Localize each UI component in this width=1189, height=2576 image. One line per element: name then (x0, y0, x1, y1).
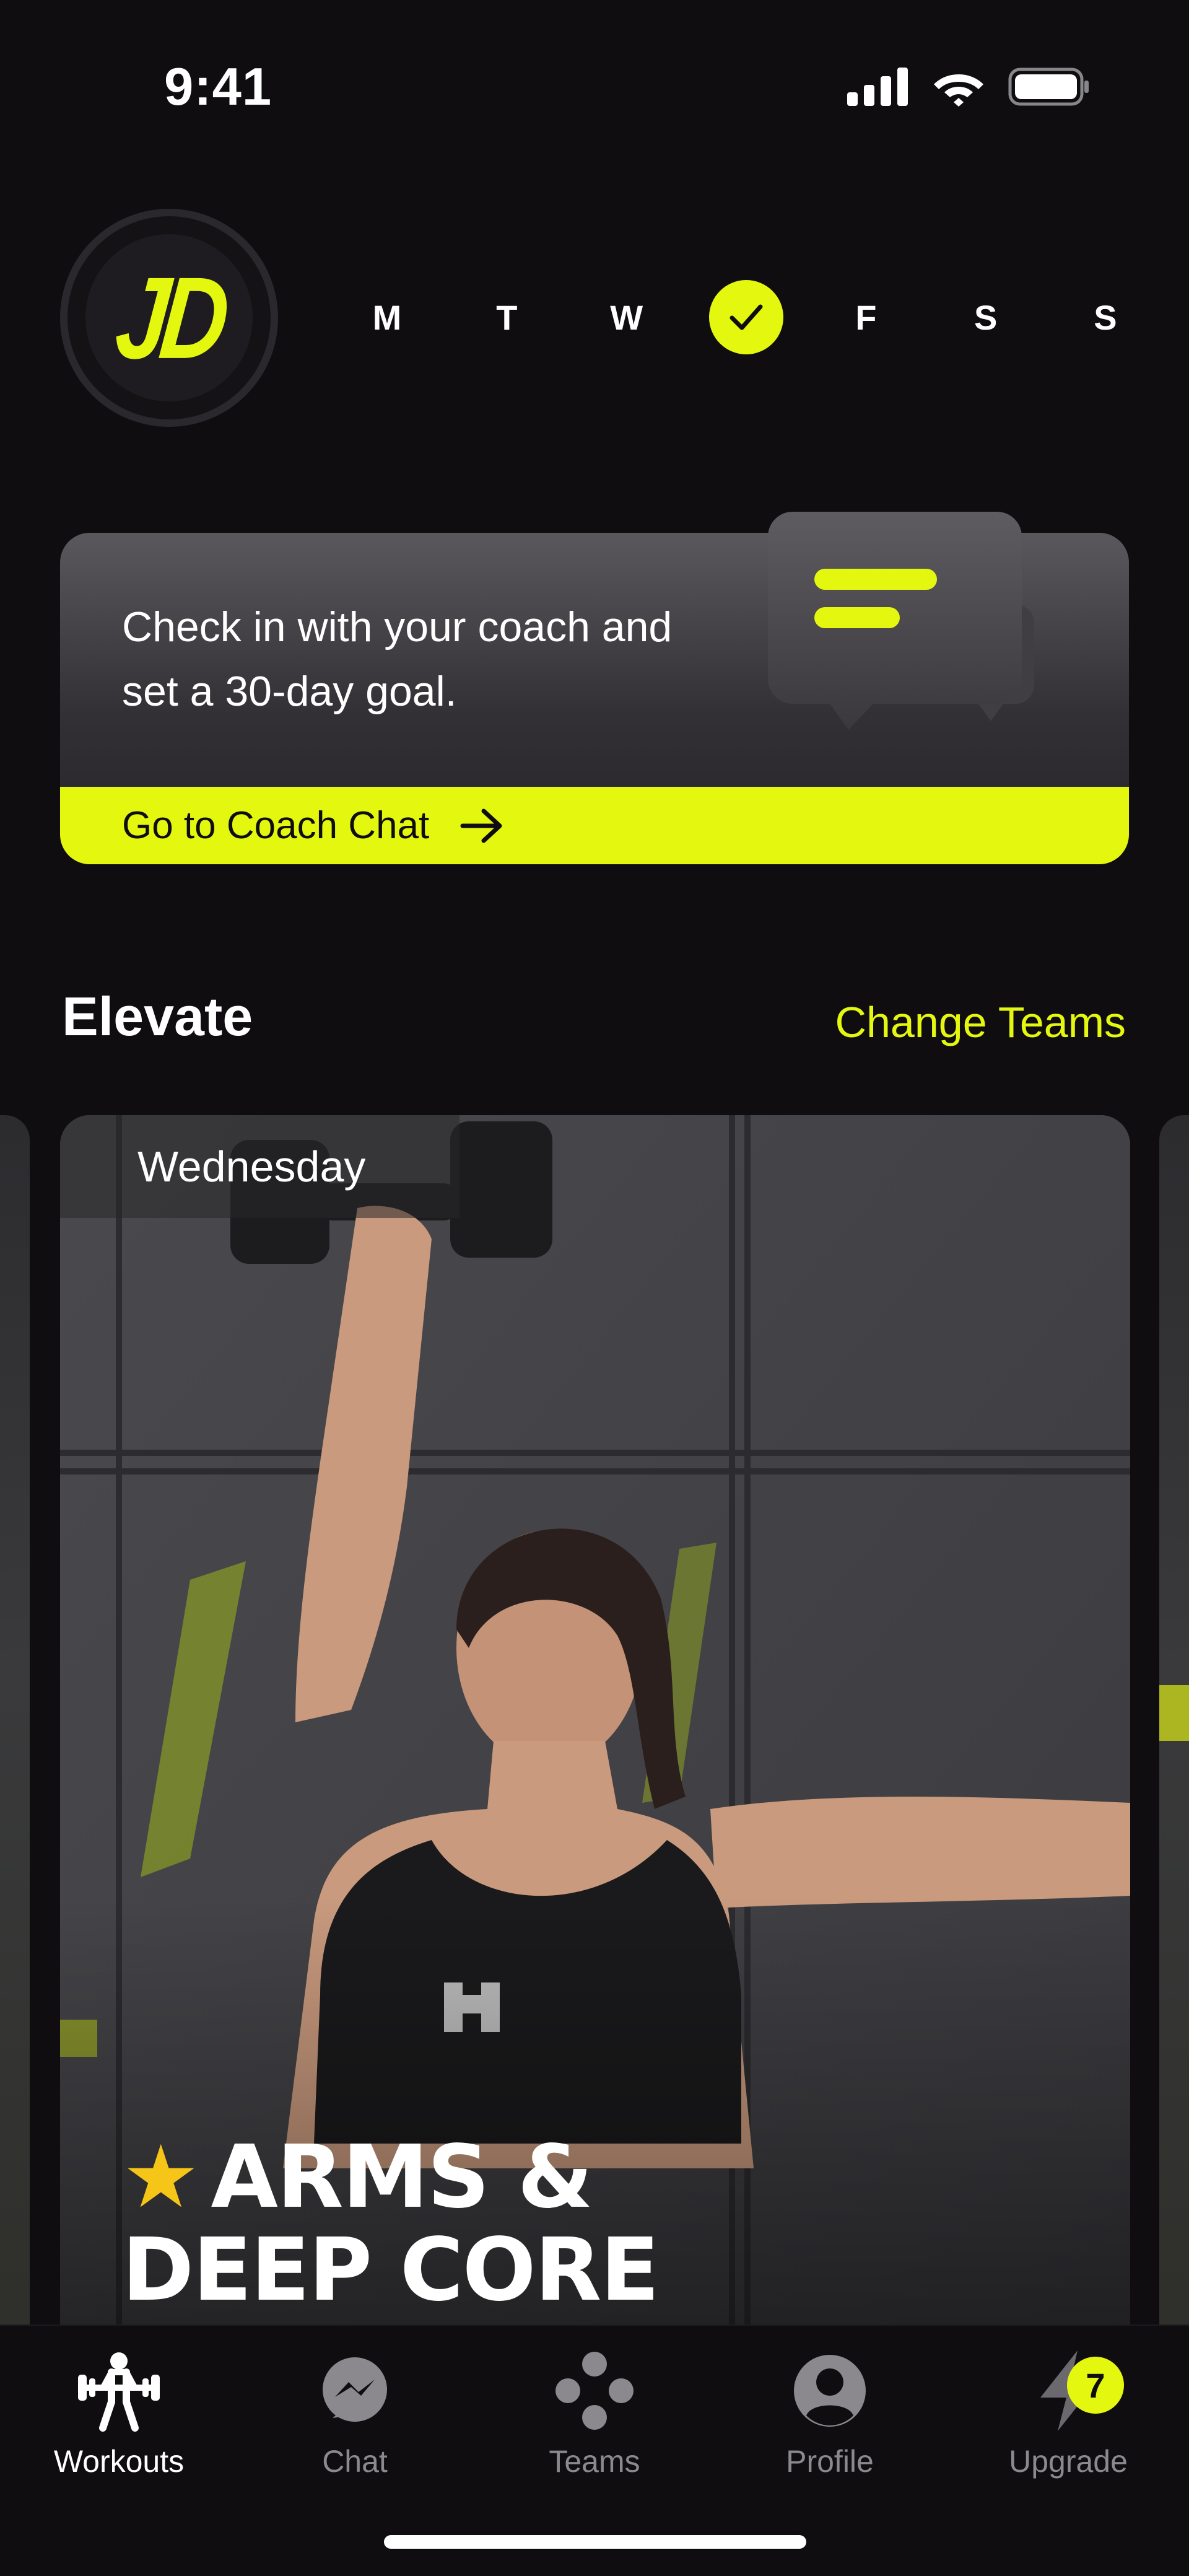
arrow-right-icon (460, 808, 502, 843)
workout-day-label: Wednesday (60, 1115, 459, 1218)
home-screen: 9:41 JD M T W F S S Check in with your c… (0, 0, 1189, 2576)
profile-icon (783, 2344, 876, 2437)
status-icons (847, 65, 1090, 108)
coach-message: Check in with your coach and set a 30-da… (122, 603, 673, 715)
tab-profile-label: Profile (786, 2444, 874, 2479)
tab-workouts-label: Workouts (53, 2444, 185, 2479)
coach-chat-label: Go to Coach Chat (122, 804, 430, 847)
checkmark-icon (730, 304, 763, 330)
tab-upgrade-label: Upgrade (1009, 2444, 1128, 2479)
chat-bubbles-illustration (768, 512, 1034, 730)
avatar-initials: JD (110, 252, 228, 383)
go-to-coach-chat-button[interactable]: Go to Coach Chat (60, 787, 1129, 864)
day-friday[interactable]: F (829, 280, 903, 354)
day-thursday-completed[interactable] (708, 280, 783, 354)
day-sunday[interactable]: S (1068, 280, 1143, 354)
day-wednesday[interactable]: W (590, 280, 664, 354)
workouts-icon (72, 2344, 165, 2437)
tab-upgrade[interactable]: Upgrade 7 (963, 2344, 1174, 2487)
battery-icon (1008, 68, 1089, 106)
next-workout-card[interactable] (1159, 1115, 1189, 2354)
tab-workouts[interactable]: Workouts (14, 2344, 224, 2487)
section-title: Elevate (62, 986, 253, 1047)
tab-bar: Workouts Chat Teams Profile Upgrade 7 (0, 2324, 1189, 2576)
chat-icon (308, 2344, 401, 2437)
wifi-icon (934, 74, 983, 107)
day-monday[interactable]: M (350, 280, 424, 354)
tab-profile[interactable]: Profile (725, 2344, 935, 2487)
day-tuesday[interactable]: T (469, 280, 544, 354)
workout-card[interactable]: Wednesday ★ ARMS & DEEP CORE (60, 1115, 1130, 2416)
day-saturday[interactable]: S (949, 280, 1023, 354)
change-teams-link[interactable]: Change Teams (835, 997, 1126, 1047)
tab-chat[interactable]: Chat (250, 2344, 460, 2487)
tab-chat-label: Chat (322, 2444, 388, 2479)
week-strip: M T W F S S (350, 277, 1143, 357)
cellular-signal-icon (847, 68, 908, 106)
tab-teams[interactable]: Teams (489, 2344, 700, 2487)
previous-workout-card[interactable] (0, 1115, 30, 2354)
star-icon: ★ (122, 2127, 200, 2228)
workout-title: ★ ARMS & DEEP CORE (122, 2127, 660, 2321)
upgrade-badge: 7 (1067, 2357, 1124, 2414)
teams-icon (548, 2344, 641, 2437)
tab-teams-label: Teams (549, 2444, 640, 2479)
status-time: 9:41 (164, 58, 272, 116)
avatar[interactable]: JD (60, 209, 278, 427)
home-indicator[interactable] (384, 2535, 806, 2549)
